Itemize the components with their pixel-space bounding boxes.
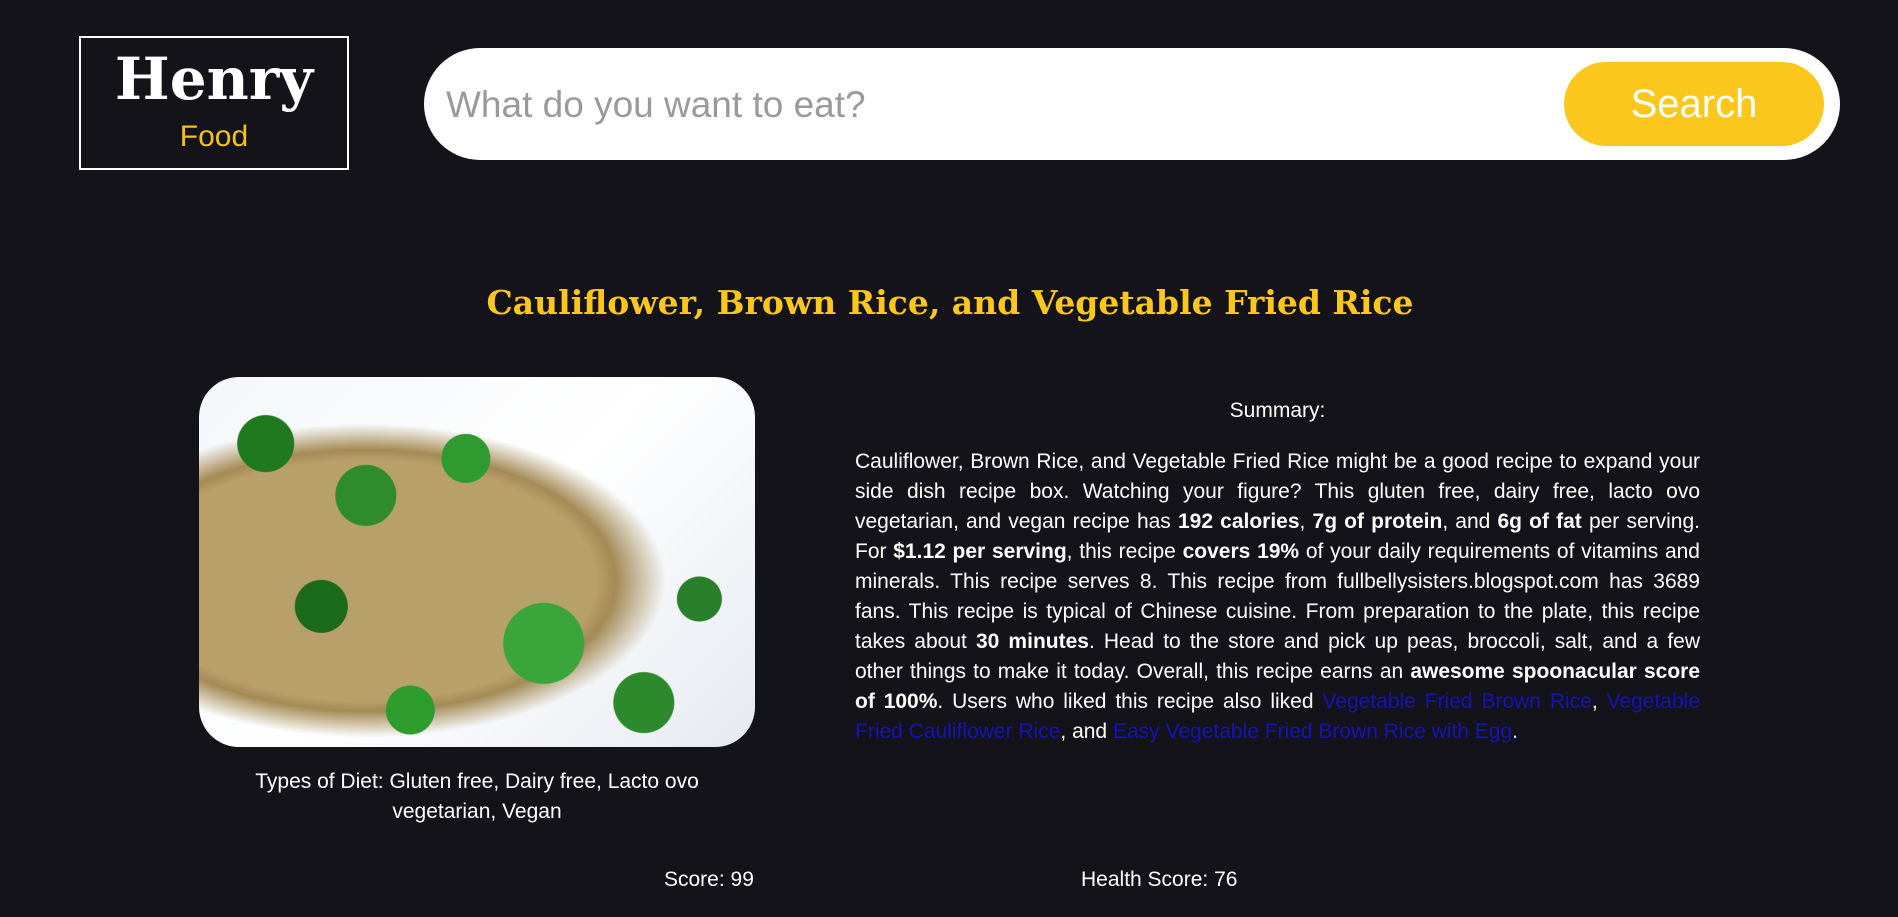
recipe-title: Cauliflower, Brown Rice, and Vegetable F… [486,283,1414,322]
time-value: 30 minutes [975,630,1089,653]
logo[interactable]: Henry Food [79,36,349,170]
score: Score: 99 [664,868,754,891]
summary-segment: , [1591,690,1607,713]
logo-title: Henry [114,45,314,113]
summary-segment: . Users who liked this recipe also liked [937,690,1323,713]
summary-text: Cauliflower, Brown Rice, and Vegetable F… [855,447,1700,747]
search-button[interactable]: Search [1564,62,1824,146]
coverage-value: covers 19% [1182,540,1300,563]
protein-value: 7g of protein [1312,510,1443,533]
search-bar: Search [424,48,1840,160]
search-input[interactable] [444,74,1548,136]
recipe-image [199,377,755,747]
fat-value: 6g of fat [1497,510,1582,533]
summary-segment: , this recipe [1066,540,1183,563]
logo-subtitle: Food [179,120,249,153]
summary-segment: , and [1442,510,1498,533]
summary-segment: , [1299,510,1313,533]
price-value: $1.12 per serving [893,540,1067,563]
related-recipe-link[interactable]: Easy Vegetable Fried Brown Rice with Egg [1113,720,1512,743]
summary-label: Summary: [1229,399,1326,422]
summary-segment: , and [1060,720,1113,743]
health-score: Health Score: 76 [1081,868,1238,891]
diet-types: Types of Diet: Gluten free, Dairy free, … [255,770,699,823]
summary-segment: . [1512,720,1519,743]
calories-value: 192 calories [1177,510,1300,533]
related-recipe-link[interactable]: Vegetable Fried Brown Rice [1322,690,1591,713]
